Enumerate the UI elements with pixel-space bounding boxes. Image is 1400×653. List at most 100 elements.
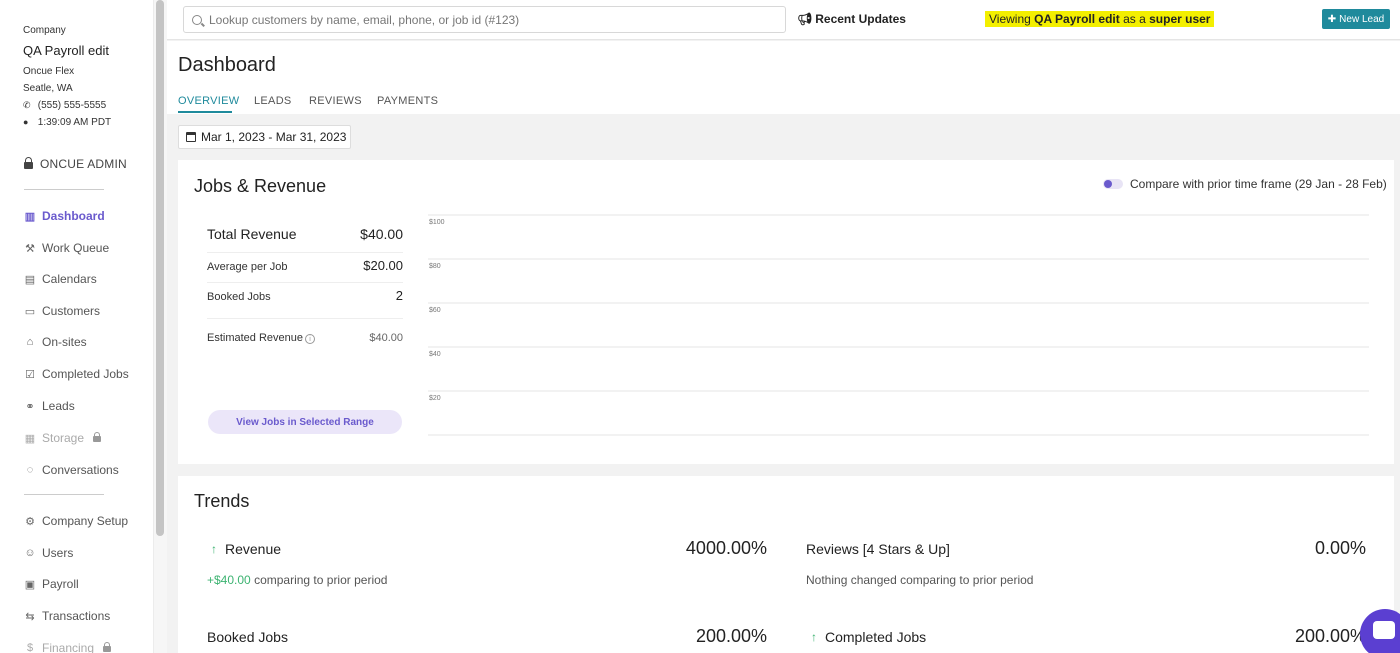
sidebar-item-transactions[interactable]: ⇆ Transactions: [23, 609, 110, 623]
payroll-icon: ▣: [24, 578, 36, 591]
booked-jobs-row: Booked Jobs 2: [207, 288, 403, 303]
clock-icon: ●: [23, 117, 29, 127]
search-box: [183, 6, 786, 33]
active-tab-indicator: [178, 111, 232, 113]
view-jobs-button[interactable]: View Jobs in Selected Range: [208, 410, 402, 434]
avg-per-job-row: Average per Job $20.00: [207, 258, 403, 273]
search-input[interactable]: [209, 12, 769, 27]
booked-jobs-value: 2: [395, 288, 403, 303]
sidebar-item-calendars[interactable]: ▤ Calendars: [23, 272, 97, 286]
plus-icon: ✚: [1327, 13, 1337, 25]
sidebar-item-storage[interactable]: ▦ Storage: [23, 431, 102, 445]
estimated-revenue-value: $40.00: [369, 332, 403, 344]
sidebar-item-dashboard[interactable]: ▥ Dashboard: [23, 209, 105, 223]
trend-label: Booked Jobs: [207, 629, 288, 645]
jobs-revenue-title: Jobs & Revenue: [194, 176, 327, 196]
admin-label: ONCUE ADMIN: [40, 157, 127, 171]
sidebar-item-work-queue[interactable]: ⚒ Work Queue: [23, 241, 109, 255]
calendar-icon: ▤: [24, 273, 36, 286]
y-tick-label: $100: [429, 219, 445, 226]
sidebar-item-label: Dashboard: [42, 209, 105, 223]
sidebar-item-label: Work Queue: [42, 241, 110, 255]
arrow-up-icon: ↑: [811, 630, 817, 644]
sidebar-item-leads[interactable]: ⚭ Leads: [23, 399, 75, 413]
sidebar: Company QA Payroll edit Oncue Flex Seatl…: [0, 0, 153, 653]
sidebar-item-company-setup[interactable]: ⚙ Company Setup: [23, 514, 128, 528]
estimated-revenue-row: Estimated Revenue i $40.00: [207, 332, 403, 344]
trends-card: Trends ↑ Revenue 4000.00% +$40.00 compari…: [178, 476, 1394, 653]
sidebar-item-customers[interactable]: ▭ Customers: [23, 304, 100, 318]
new-lead-button[interactable]: ✚ New Lead: [1322, 9, 1390, 29]
gear-icon: ⚙: [25, 515, 35, 528]
info-icon[interactable]: i: [305, 334, 315, 344]
search-icon: [192, 14, 202, 25]
sidebar-item-label: Users: [42, 546, 74, 560]
trend-revenue-pct: 4000.00%: [685, 538, 767, 558]
avg-per-job-label: Average per Job: [207, 261, 288, 273]
sidebar-item-financing[interactable]: $ Financing: [23, 641, 112, 653]
trend-booked-jobs: Booked Jobs: [207, 629, 288, 645]
megaphone-icon: 📢︎: [797, 12, 813, 26]
tab-overview[interactable]: OVERVIEW: [178, 95, 240, 107]
phone-text: (555) 555-5555: [37, 100, 107, 111]
company-line2: Seatle, WA: [23, 83, 73, 94]
chart-icon: ▥: [24, 210, 36, 223]
trend-label: Reviews [4 Stars & Up]: [806, 541, 950, 557]
sidebar-item-label: Transactions: [42, 609, 111, 623]
tab-reviews[interactable]: REVIEWS: [309, 95, 362, 107]
sidebar-item-label: On-sites: [42, 335, 87, 349]
sidebar-item-completed-jobs[interactable]: ☑ Completed Jobs: [23, 367, 129, 381]
sidebar-item-label: Leads: [42, 399, 75, 413]
sidebar-item-on-sites[interactable]: ⌂ On-sites: [23, 335, 87, 349]
check-square-icon: ☑: [25, 368, 35, 381]
sidebar-item-label: Completed Jobs: [42, 367, 129, 381]
company-line1: Oncue Flex: [23, 66, 75, 77]
sidebar-scroll-thumb[interactable]: [156, 0, 164, 536]
warehouse-icon: ▦: [24, 432, 36, 445]
page-title: Dashboard: [178, 54, 276, 76]
total-revenue-value: $40.00: [360, 226, 403, 242]
new-lead-label: New Lead: [1339, 13, 1385, 25]
wrench-icon: ⚒: [25, 242, 35, 255]
truck-icon: ▭: [24, 305, 36, 318]
trend-label: Completed Jobs: [825, 629, 927, 645]
sidebar-item-users[interactable]: ☺ Users: [23, 546, 73, 560]
sidebar-item-conversations[interactable]: ◌ Conversations: [23, 463, 119, 477]
company-time: ● 1:39:09 AM PDT: [23, 117, 111, 128]
oncue-admin-link[interactable]: ONCUE ADMIN: [24, 157, 127, 171]
sidebar-item-label: Payroll: [42, 577, 79, 591]
divider: [207, 282, 403, 283]
date-range-picker[interactable]: Mar 1, 2023 - Mar 31, 2023: [178, 125, 351, 149]
recent-updates-label: Recent Updates: [815, 12, 906, 26]
recent-updates-button[interactable]: 📢︎ Recent Updates: [797, 12, 906, 26]
compare-toggle[interactable]: [1103, 179, 1123, 189]
trend-completed-jobs: ↑ Completed Jobs: [811, 629, 926, 645]
divider: [207, 318, 403, 319]
sidebar-divider: [24, 189, 104, 190]
trend-delta: +$40.00: [207, 573, 251, 587]
sidebar-item-label: Financing: [42, 641, 95, 653]
phone-icon: ✆: [23, 100, 31, 110]
viewing-company: QA Payroll edit: [1034, 12, 1120, 26]
tab-leads[interactable]: LEADS: [254, 95, 292, 107]
arrows-icon: ⇆: [25, 610, 35, 623]
y-tick-label: $80: [429, 263, 441, 270]
y-tick-label: $60: [429, 307, 441, 314]
date-range-text: Mar 1, 2023 - Mar 31, 2023: [201, 130, 347, 144]
lock-icon: [93, 432, 102, 442]
revenue-chart: $100 $80 $60 $40 $20: [428, 214, 1369, 436]
dollar-icon: $: [26, 642, 34, 653]
calendar-icon: [186, 132, 196, 142]
viewing-banner: Viewing QA Payroll edit as a super user: [985, 11, 1215, 27]
chat-icon: ◌: [26, 464, 34, 476]
trend-reviews: Reviews [4 Stars & Up]: [806, 541, 950, 557]
sidebar-item-payroll[interactable]: ▣ Payroll: [23, 577, 79, 591]
sidebar-item-label: Calendars: [42, 272, 97, 286]
viewing-mid: as a: [1123, 12, 1146, 26]
revenue-stats: Total Revenue $40.00 Average per Job $20…: [194, 200, 416, 440]
tab-payments[interactable]: PAYMENTS: [377, 95, 438, 107]
booked-jobs-label: Booked Jobs: [207, 291, 271, 303]
sidebar-item-label: Customers: [42, 304, 101, 318]
trend-booked-jobs-pct: 200.00%: [695, 626, 767, 646]
estimated-revenue-label: Estimated Revenue: [207, 332, 303, 344]
